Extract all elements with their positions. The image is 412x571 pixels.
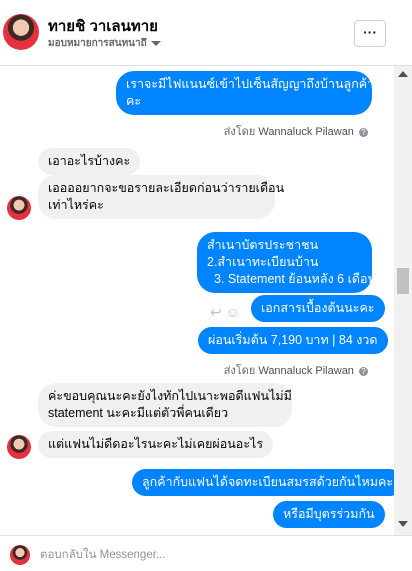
- reply-icon[interactable]: ↩: [210, 304, 222, 320]
- message-line: 3. Statement ย้อนหลัง 6 เดือน: [207, 272, 377, 286]
- message-line: 2.สำเนาทะเบียนบ้าน: [207, 255, 319, 269]
- scrollbar-thumb[interactable]: [397, 268, 409, 294]
- message-text: เอาอะไรบ้างคะ: [48, 154, 131, 168]
- message-bubble-incoming[interactable]: ค่ะขอบคุณนะคะยังไงทักไปเนาะพอดีแฟนไม่มี …: [38, 383, 292, 427]
- assign-conversation-dropdown[interactable]: มอบหมายการสนทนาถึ: [48, 36, 161, 51]
- message-bubble-outgoing[interactable]: สำเนาบัตรประชาชน 2.สำเนาทะเบียนบ้าน 3. S…: [197, 232, 377, 293]
- message-thread: เราจะมีไฟแนนซ์เข้าไปเซ็นสัญญาถึงบ้านลูกค…: [0, 66, 394, 535]
- sent-by-label: ส่งโดย Wannaluck Pilawan ?: [224, 122, 368, 140]
- message-line: เออออยากจะขอรายละเอียดก่อนว่ารายเดือน: [48, 181, 285, 195]
- scrollbar[interactable]: [394, 66, 412, 535]
- message-line: เราจะมีไฟแนนซ์เข้าไปเซ็นสัญญาถึงบ้านลูกค…: [126, 77, 390, 91]
- conversation-header: ทายชิ วาเลนทาย มอบหมายการสนทนาถึ ···: [0, 0, 412, 66]
- scroll-down-arrow-icon[interactable]: [398, 521, 408, 527]
- reply-input[interactable]: [40, 545, 370, 565]
- message-text: หรือมีบุตรร่วมกัน: [283, 507, 375, 521]
- message-bubble-outgoing[interactable]: เราจะมีไฟแนนซ์เข้าไปเซ็นสัญญาถึงบ้านลูกค…: [116, 71, 390, 115]
- contact-avatar[interactable]: [3, 14, 39, 50]
- message-text: ลูกค้ากับแฟนได้จดทะเบียนสมรสด้วยกันไหมคะ: [142, 475, 394, 489]
- message-bubble-incoming[interactable]: เออออยากจะขอรายละเอียดก่อนว่ารายเดือน เท…: [38, 175, 285, 219]
- sent-by-label: ส่งโดย Wannaluck Pilawan ?: [224, 361, 368, 379]
- contact-avatar-small: [7, 196, 31, 220]
- more-options-button[interactable]: ···: [354, 20, 386, 47]
- message-text: ผ่อนเริ่มต้น 7,190 บาท | 84 งวด: [208, 333, 378, 347]
- message-bubble-incoming[interactable]: แต่แฟนไม่ดีดอะไรนะคะไม่เคยผ่อนอะไร: [38, 431, 274, 458]
- reply-composer: [0, 535, 412, 571]
- message-text: แต่แฟนไม่ดีดอะไรนะคะไม่เคยผ่อนอะไร: [48, 437, 264, 451]
- page-avatar: [10, 545, 30, 565]
- message-bubble-outgoing[interactable]: เอกสารเบื้องต้นนะคะ: [251, 295, 385, 322]
- message-line: คะ: [126, 94, 142, 108]
- assign-label: มอบหมายการสนทนาถึ: [48, 38, 147, 49]
- contact-avatar-small: [7, 435, 31, 459]
- contact-name[interactable]: ทายชิ วาเลนทาย: [48, 14, 158, 38]
- message-bubble-outgoing[interactable]: ลูกค้ากับแฟนได้จดทะเบียนสมรสด้วยกันไหมคะ: [132, 469, 394, 496]
- message-line: สำเนาบัตรประชาชน: [207, 238, 319, 252]
- message-bubble-outgoing[interactable]: ผ่อนเริ่มต้น 7,190 บาท | 84 งวด: [198, 327, 388, 354]
- react-icon[interactable]: ☺: [226, 304, 240, 320]
- message-text: เอกสารเบื้องต้นนะคะ: [261, 301, 375, 315]
- caret-down-icon: [150, 40, 161, 46]
- info-icon[interactable]: ?: [359, 366, 368, 376]
- info-icon[interactable]: ?: [359, 127, 368, 137]
- message-line: statement นะคะมีแต่ตัวพี่คนเดียว: [48, 406, 229, 420]
- message-bubble-outgoing[interactable]: หรือมีบุตรร่วมกัน: [273, 501, 385, 528]
- message-actions: ↩ ☺: [210, 304, 240, 321]
- message-line: เท่าไหร่คะ: [48, 198, 104, 212]
- scroll-up-arrow-icon[interactable]: [398, 71, 408, 77]
- message-bubble-incoming[interactable]: เอาอะไรบ้างคะ: [38, 148, 141, 175]
- message-line: ค่ะขอบคุณนะคะยังไงทักไปเนาะพอดีแฟนไม่มี: [48, 389, 292, 403]
